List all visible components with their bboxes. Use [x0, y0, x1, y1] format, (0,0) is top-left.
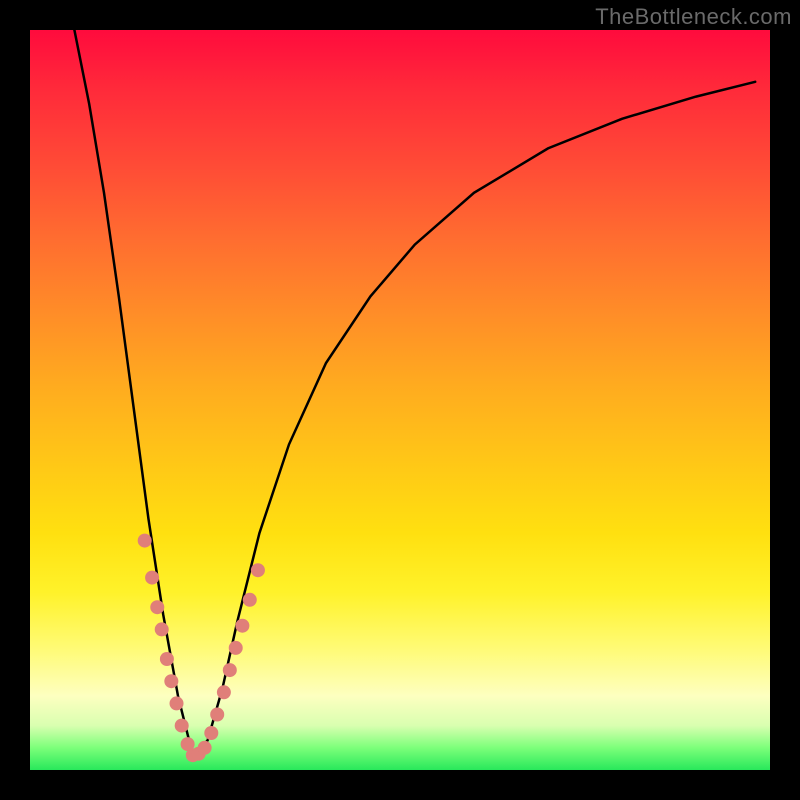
- marker-dot: [175, 719, 189, 733]
- watermark-text: TheBottleneck.com: [595, 4, 792, 30]
- marker-dot: [204, 726, 218, 740]
- curve-group: [74, 30, 755, 755]
- marker-dot: [160, 652, 174, 666]
- marker-dot: [145, 571, 159, 585]
- marker-dot: [251, 563, 265, 577]
- marker-dot: [150, 600, 164, 614]
- bottleneck-curve: [74, 30, 755, 755]
- marker-dot: [164, 674, 178, 688]
- marker-dot: [210, 708, 224, 722]
- marker-dot: [223, 663, 237, 677]
- chart-svg: [30, 30, 770, 770]
- marker-dot: [217, 685, 231, 699]
- marker-dot: [170, 696, 184, 710]
- marker-dot: [243, 593, 257, 607]
- plot-area: [30, 30, 770, 770]
- marker-dot: [155, 622, 169, 636]
- marker-dot: [229, 641, 243, 655]
- chart-frame: TheBottleneck.com: [0, 0, 800, 800]
- marker-dot: [198, 741, 212, 755]
- marker-dot: [138, 534, 152, 548]
- marker-dot: [235, 619, 249, 633]
